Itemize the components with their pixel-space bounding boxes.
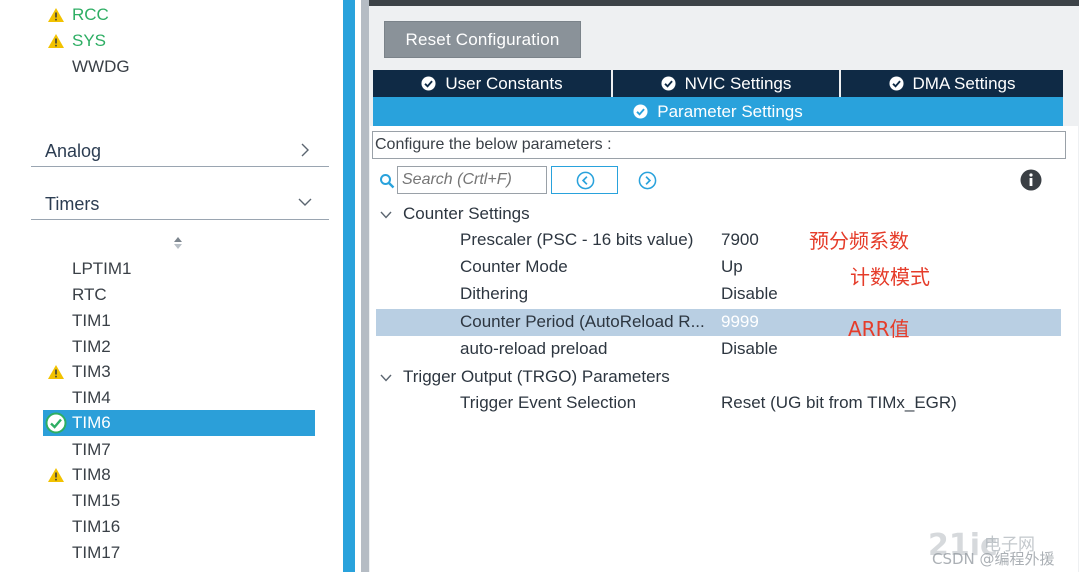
param-row-counter-period[interactable]: Counter Period (AutoReload R... 9999 xyxy=(376,309,1061,336)
param-value[interactable]: Disable xyxy=(721,284,778,304)
warning-icon xyxy=(48,8,64,22)
param-value[interactable]: Up xyxy=(721,257,743,277)
tree-item-tim15[interactable]: TIM15 xyxy=(72,491,120,511)
splitter[interactable] xyxy=(343,0,355,572)
param-value[interactable]: Reset (UG bit from TIMx_EGR) xyxy=(721,393,957,413)
search-icon[interactable] xyxy=(379,173,395,189)
info-icon[interactable] xyxy=(1020,169,1042,191)
annotation-arr: ARR值 xyxy=(848,317,910,341)
tree-item-rcc[interactable]: RCC xyxy=(72,5,109,25)
tree-item-wwdg[interactable]: WWDG xyxy=(72,57,130,77)
check-circle-icon xyxy=(661,76,676,91)
parameter-settings-content: Configure the below parameters : Counter… xyxy=(370,126,1078,572)
tree-item-tim4[interactable]: TIM4 xyxy=(72,388,111,408)
peripheral-tree-panel: RCC SYS WWDG Analog Timers LPTIM1 RTC TI… xyxy=(0,0,343,572)
param-name: Counter Mode xyxy=(460,257,568,276)
tab-user-constants[interactable]: User Constants xyxy=(373,70,611,97)
group-trigger-output[interactable]: Trigger Output (TRGO) Parameters xyxy=(403,367,670,387)
param-name: auto-reload preload xyxy=(460,339,608,358)
search-input[interactable] xyxy=(397,166,547,194)
group-counter-settings[interactable]: Counter Settings xyxy=(403,204,530,224)
sort-icon[interactable] xyxy=(172,235,184,251)
tree-item-tim6-selected[interactable]: TIM6 xyxy=(43,410,315,436)
warning-icon xyxy=(48,365,64,379)
divider xyxy=(31,166,329,167)
param-row-counter-mode[interactable]: Counter Mode Up xyxy=(376,254,1061,281)
tree-item-tim1[interactable]: TIM1 xyxy=(72,311,111,331)
annotation-prescaler: 预分频系数 xyxy=(809,229,909,253)
chevron-left-circle-icon xyxy=(576,171,595,190)
warning-icon xyxy=(48,34,64,48)
divider xyxy=(31,219,329,220)
annotation-counter-mode: 计数模式 xyxy=(850,265,930,289)
reset-configuration-button[interactable]: Reset Configuration xyxy=(384,21,581,58)
watermark-credit: CSDN @编程外援 xyxy=(932,550,1055,568)
param-row-trigger-event-selection[interactable]: Trigger Event Selection Reset (UG bit fr… xyxy=(376,390,1061,417)
tree-item-tim3[interactable]: TIM3 xyxy=(72,362,111,382)
chevron-down-icon[interactable] xyxy=(297,194,313,210)
tree-item-tim17[interactable]: TIM17 xyxy=(72,543,120,563)
chevron-down-icon[interactable] xyxy=(379,208,393,222)
tab-nvic-settings[interactable]: NVIC Settings xyxy=(613,70,839,97)
panel-title-bar xyxy=(369,0,1079,6)
configure-label: Configure the below parameters : xyxy=(372,131,1066,159)
param-name: Prescaler (PSC - 16 bits value) xyxy=(460,230,694,249)
category-timers[interactable]: Timers xyxy=(45,194,99,215)
tree-item-tim7[interactable]: TIM7 xyxy=(72,440,111,460)
param-value[interactable]: 7900 xyxy=(721,230,759,250)
check-circle-icon xyxy=(633,104,648,119)
tab-label: DMA Settings xyxy=(912,73,1016,93)
param-name: Trigger Event Selection xyxy=(460,393,637,412)
tree-item-tim2[interactable]: TIM2 xyxy=(72,337,111,357)
tab-dma-settings[interactable]: DMA Settings xyxy=(841,70,1063,97)
search-previous-button[interactable] xyxy=(551,166,618,194)
param-row-dithering[interactable]: Dithering Disable xyxy=(376,281,1061,308)
param-value[interactable]: 9999 xyxy=(721,312,759,332)
splitter-border xyxy=(361,0,369,572)
chevron-right-circle-icon[interactable] xyxy=(638,171,657,190)
category-analog[interactable]: Analog xyxy=(45,141,101,162)
tab-label: User Constants xyxy=(445,73,563,93)
tree-item-label: TIM6 xyxy=(72,413,111,432)
tree-item-tim16[interactable]: TIM16 xyxy=(72,517,120,537)
param-row-prescaler[interactable]: Prescaler (PSC - 16 bits value) 7900 xyxy=(376,227,1061,254)
check-circle-icon xyxy=(421,76,436,91)
check-circle-icon xyxy=(45,412,67,434)
warning-icon xyxy=(48,468,64,482)
param-row-auto-reload-preload[interactable]: auto-reload preload Disable xyxy=(376,336,1061,363)
tree-item-lptim1[interactable]: LPTIM1 xyxy=(72,259,132,279)
configuration-panel: Reset Configuration User Constants NVIC … xyxy=(369,0,1079,572)
tree-item-tim8[interactable]: TIM8 xyxy=(72,465,111,485)
param-name: Counter Period (AutoReload R... xyxy=(460,312,705,331)
chevron-right-icon[interactable] xyxy=(297,142,313,158)
watermark: 21ic 电子网 CSDN @编程外援 xyxy=(928,528,1073,568)
tab-label: Parameter Settings xyxy=(657,101,803,121)
param-name: Dithering xyxy=(460,284,529,303)
check-circle-icon xyxy=(888,76,904,91)
param-value[interactable]: Disable xyxy=(721,339,778,359)
tab-label: NVIC Settings xyxy=(684,73,792,93)
chevron-down-icon[interactable] xyxy=(379,371,393,385)
tree-item-sys[interactable]: SYS xyxy=(72,31,106,51)
tab-parameter-settings[interactable]: Parameter Settings xyxy=(373,97,1063,126)
tree-item-rtc[interactable]: RTC xyxy=(72,285,107,305)
